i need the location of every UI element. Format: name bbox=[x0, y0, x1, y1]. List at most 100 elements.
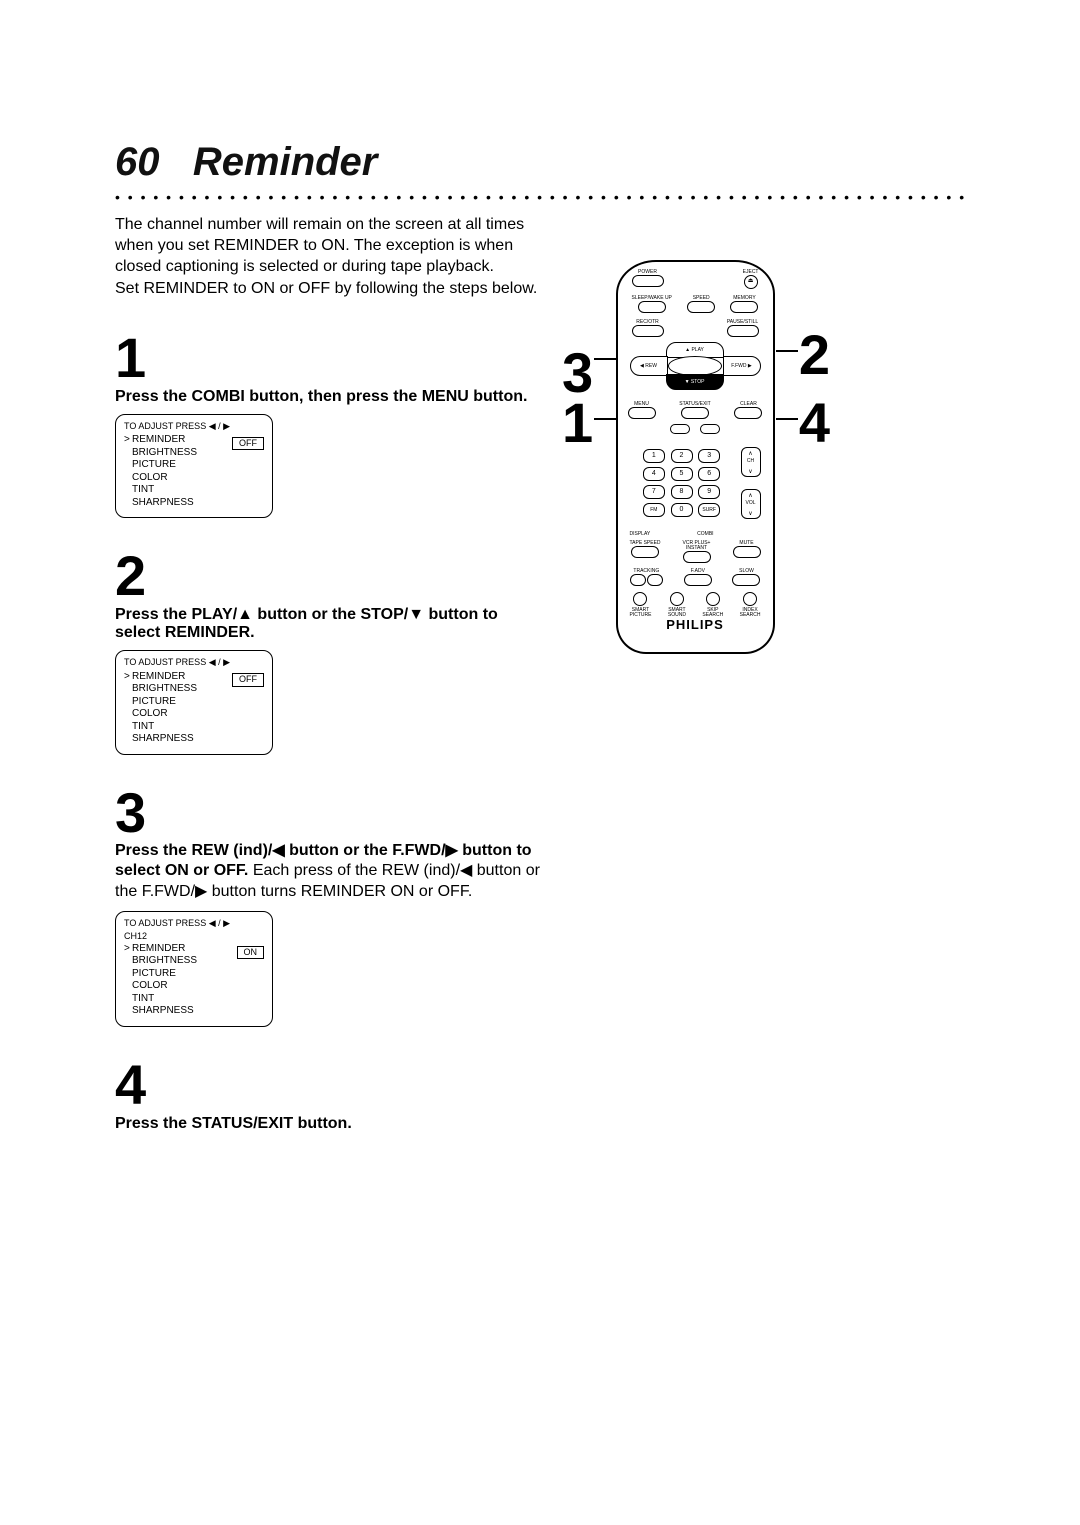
transport-cluster: ▲ PLAY ◀ REW F.FWD ▶ ▼ STOP bbox=[628, 342, 763, 392]
step-3-text: Press the REW (ind)/◀ button or the F.FW… bbox=[115, 841, 545, 903]
slow-button[interactable] bbox=[732, 574, 760, 586]
smart-picture-button[interactable] bbox=[633, 592, 647, 606]
callout-line bbox=[776, 418, 798, 420]
callout-2: 2 bbox=[799, 322, 830, 387]
volume-rocker[interactable]: ∧ VOL ∨ bbox=[741, 489, 761, 519]
rew-button[interactable]: ◀ REW bbox=[630, 356, 668, 376]
remote-control: POWER EJECT ⏏ SLEEP/WAKE UP SPEED MEMORY bbox=[616, 260, 775, 654]
ch-label: CH bbox=[745, 458, 757, 464]
callout-line bbox=[594, 358, 616, 360]
combi-button[interactable] bbox=[700, 424, 720, 434]
osd-item: SHARPNESS bbox=[132, 733, 194, 744]
transport-center bbox=[668, 356, 722, 376]
osd-value: OFF bbox=[232, 437, 264, 450]
combi-label: COMBI bbox=[697, 532, 713, 537]
status-exit-button[interactable] bbox=[681, 407, 709, 419]
osd-item: SHARPNESS bbox=[132, 1005, 194, 1016]
key-7[interactable]: 7 bbox=[643, 485, 665, 499]
memory-button[interactable] bbox=[730, 301, 758, 313]
osd-item: COLOR bbox=[132, 472, 168, 483]
index-search-button[interactable] bbox=[743, 592, 757, 606]
dotted-rule: • • • • • • • • • • • • • • • • • • • • … bbox=[115, 189, 965, 205]
callout-1: 1 bbox=[562, 390, 593, 455]
key-6[interactable]: 6 bbox=[698, 467, 720, 481]
osd-item: REMINDER bbox=[132, 434, 185, 445]
osd-box-1: TO ADJUST PRESS ◀ / ▶ >REMINDER BRIGHTNE… bbox=[115, 414, 273, 518]
step-4-text: Press the STATUS/EXIT button. bbox=[115, 1115, 965, 1133]
smart-sound-button[interactable] bbox=[670, 592, 684, 606]
osd-item: COLOR bbox=[132, 708, 168, 719]
step-3-number: 3 bbox=[115, 785, 965, 841]
key-2[interactable]: 2 bbox=[671, 449, 693, 463]
fadv-button[interactable] bbox=[684, 574, 712, 586]
intro-paragraph-1: The channel number will remain on the sc… bbox=[115, 215, 545, 277]
number-keypad: 1 2 3 4 5 6 7 8 9 FM 0 SURF bbox=[636, 447, 728, 519]
osd-item: REMINDER bbox=[132, 943, 185, 954]
osd-item: PICTURE bbox=[132, 968, 176, 979]
step-1-number: 1 bbox=[115, 330, 965, 386]
page-number: 60 bbox=[115, 140, 160, 184]
callout-line bbox=[776, 350, 798, 352]
tracking-down-button[interactable] bbox=[630, 574, 646, 586]
brand-logo: PHILIPS bbox=[618, 617, 773, 632]
page-title: 60 Reminder bbox=[115, 140, 965, 185]
key-4[interactable]: 4 bbox=[643, 467, 665, 481]
osd-item: REMINDER bbox=[132, 671, 185, 682]
menu-button[interactable] bbox=[628, 407, 656, 419]
intro-paragraph-2: Set REMINDER to ON or OFF by following t… bbox=[115, 279, 545, 300]
callout-line bbox=[594, 418, 616, 420]
speed-button[interactable] bbox=[687, 301, 715, 313]
display-label: DISPLAY bbox=[630, 532, 651, 537]
key-5[interactable]: 5 bbox=[671, 467, 693, 481]
callout-4: 4 bbox=[799, 390, 830, 455]
vcr-label: VCR PLUS+ INSTANT bbox=[683, 541, 711, 551]
stop-button[interactable]: ▼ STOP bbox=[666, 374, 724, 390]
ch-vol-group: ∧ CH ∨ ∧ VOL ∨ bbox=[741, 447, 763, 531]
key-fm[interactable]: FM bbox=[643, 503, 665, 517]
rec-button[interactable] bbox=[632, 325, 664, 337]
tape-speed-button[interactable] bbox=[631, 546, 659, 558]
key-3[interactable]: 3 bbox=[698, 449, 720, 463]
vol-label: VOL bbox=[745, 500, 757, 506]
osd-item: PICTURE bbox=[132, 696, 176, 707]
step-2-text: Press the PLAY/▲ button or the STOP/▼ bu… bbox=[115, 606, 545, 642]
osd-item: TINT bbox=[132, 993, 154, 1004]
osd-item: TINT bbox=[132, 484, 154, 495]
clear-button[interactable] bbox=[734, 407, 762, 419]
osd-box-2: TO ADJUST PRESS ◀ / ▶ >REMINDER BRIGHTNE… bbox=[115, 650, 273, 754]
osd-item: COLOR bbox=[132, 980, 168, 991]
vcrplus-button[interactable] bbox=[683, 551, 711, 563]
key-9[interactable]: 9 bbox=[698, 485, 720, 499]
step-4-number: 4 bbox=[115, 1057, 965, 1113]
skip-search-button[interactable] bbox=[706, 592, 720, 606]
key-surf[interactable]: SURF bbox=[698, 503, 720, 517]
osd-item: BRIGHTNESS bbox=[132, 683, 197, 694]
osd-value: OFF bbox=[232, 673, 264, 686]
key-0[interactable]: 0 bbox=[671, 503, 693, 517]
channel-rocker[interactable]: ∧ CH ∨ bbox=[741, 447, 761, 477]
sleep-button[interactable] bbox=[638, 301, 666, 313]
ffwd-button[interactable]: F.FWD ▶ bbox=[723, 356, 761, 376]
key-8[interactable]: 8 bbox=[671, 485, 693, 499]
key-1[interactable]: 1 bbox=[643, 449, 665, 463]
osd-item: TINT bbox=[132, 721, 154, 732]
osd-item: BRIGHTNESS bbox=[132, 447, 197, 458]
step-1-text: Press the COMBI button, then press the M… bbox=[115, 388, 965, 406]
tracking-up-button[interactable] bbox=[647, 574, 663, 586]
osd-box-3: TO ADJUST PRESS ◀ / ▶ CH12 >REMINDER BRI… bbox=[115, 911, 273, 1027]
osd-item: PICTURE bbox=[132, 459, 176, 470]
osd-header: TO ADJUST PRESS ◀ / ▶ bbox=[124, 421, 264, 432]
step-2-number: 2 bbox=[115, 548, 965, 604]
display-button[interactable] bbox=[670, 424, 690, 434]
pause-button[interactable] bbox=[727, 325, 759, 337]
eject-button[interactable]: ⏏ bbox=[744, 275, 758, 289]
osd-header: TO ADJUST PRESS ◀ / ▶ bbox=[124, 657, 264, 668]
osd-header: TO ADJUST PRESS ◀ / ▶ bbox=[124, 918, 264, 929]
remote-illustration-frame: 3 1 2 4 POWER EJECT ⏏ bbox=[580, 260, 810, 654]
page-title-text: Reminder bbox=[193, 140, 378, 184]
osd-item: SHARPNESS bbox=[132, 497, 194, 508]
osd-item: BRIGHTNESS bbox=[132, 955, 197, 966]
osd-value: ON bbox=[237, 946, 265, 959]
power-button[interactable] bbox=[632, 275, 664, 287]
mute-button[interactable] bbox=[733, 546, 761, 558]
